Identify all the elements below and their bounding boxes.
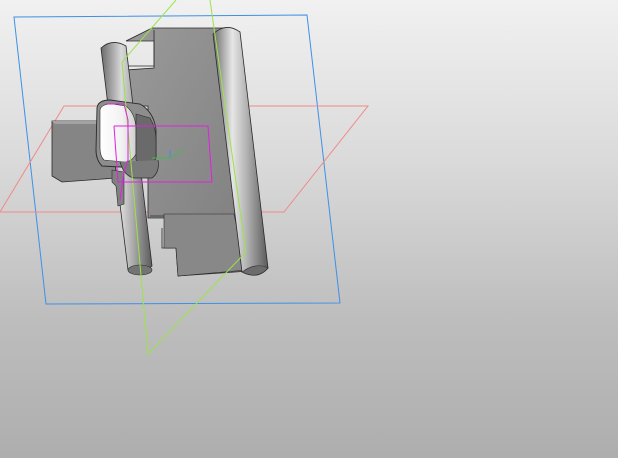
lower-slab — [163, 213, 247, 277]
side-flap-top — [52, 121, 98, 124]
scene-canvas[interactable] — [0, 0, 618, 458]
3d-viewport[interactable] — [0, 0, 618, 458]
part-model[interactable] — [51, 27, 269, 277]
